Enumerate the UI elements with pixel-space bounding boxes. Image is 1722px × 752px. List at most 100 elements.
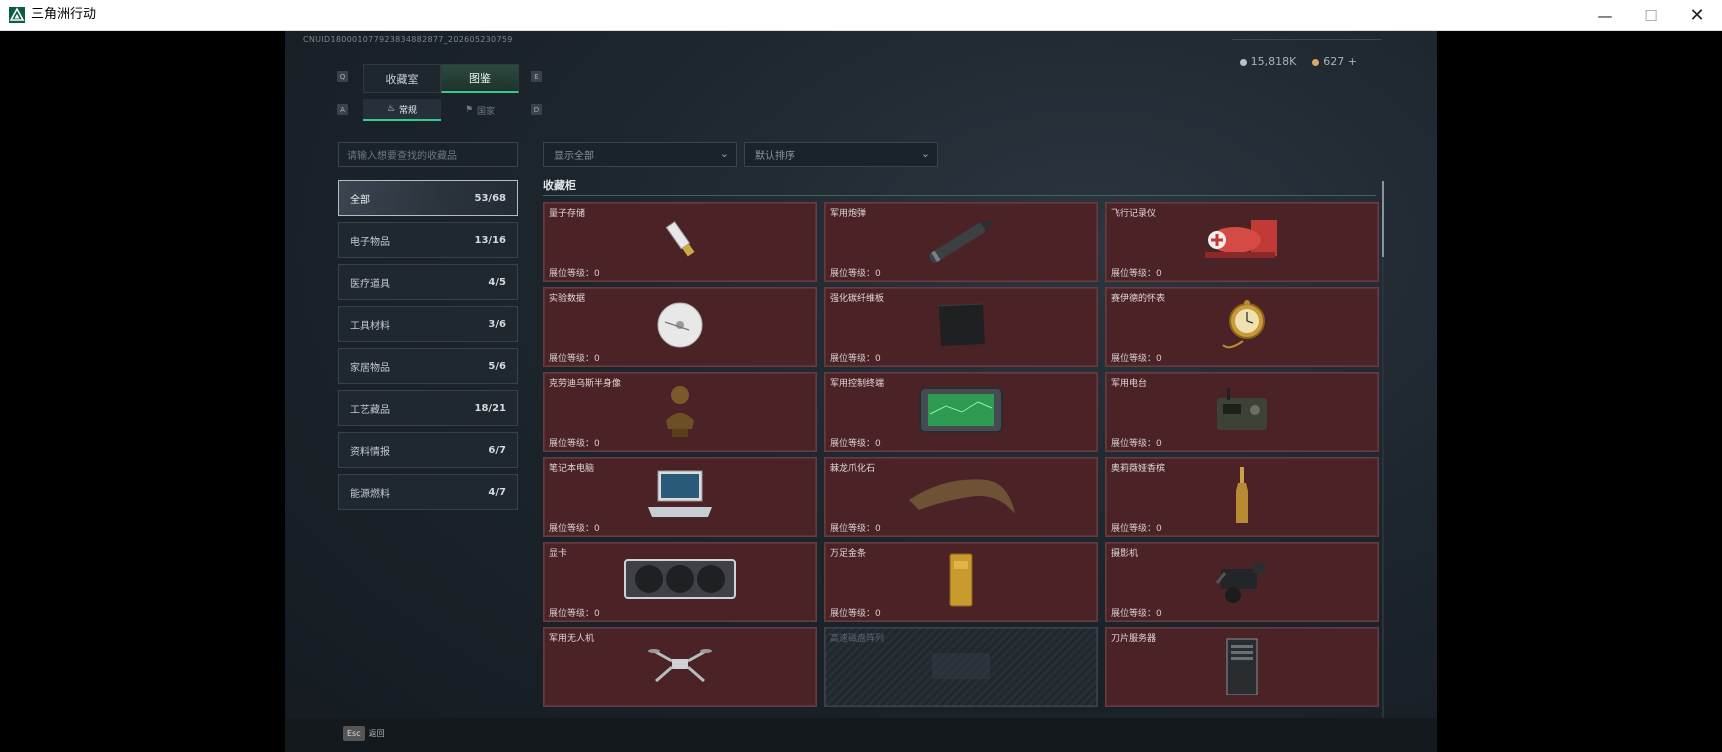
flame-icon: ♨ [386, 104, 396, 114]
laptop-icon [644, 467, 716, 527]
item-card[interactable]: 高速磁盘阵列 [824, 627, 1098, 707]
esc-key-hint: Esc [343, 726, 365, 741]
scrollbar-thumb[interactable] [1382, 181, 1384, 257]
category-electronics[interactable]: 电子物品 13/16 [338, 222, 518, 258]
key-hint-q: Q [337, 71, 348, 82]
carbon-plate-icon [933, 300, 989, 354]
category-tools[interactable]: 工具材料 3/6 [338, 306, 518, 342]
flag-icon: ⚑ [464, 105, 474, 115]
gpu-icon [621, 556, 739, 608]
item-card[interactable]: 笔记本电脑 展位等级：0 [543, 457, 817, 537]
claw-fossil-icon [905, 470, 1017, 524]
item-card[interactable]: 奥莉薇娅香槟 展位等级：0 [1105, 457, 1379, 537]
filter-dropdown[interactable]: 显示全部 ⌄ [543, 142, 737, 167]
level-prefix: 展位等级： [1111, 269, 1157, 279]
item-level: 展位等级：0 [549, 351, 600, 364]
sort-dropdown[interactable]: 默认排序 ⌄ [744, 142, 938, 167]
item-name: 实验数据 [549, 294, 586, 304]
subtab-country[interactable]: ⚑ 国家 [441, 99, 519, 121]
item-name: 军用控制终端 [830, 379, 885, 389]
item-level: 展位等级：0 [549, 606, 600, 619]
item-card[interactable]: 强化碳纤维板 展位等级：0 [824, 287, 1098, 367]
item-card[interactable]: 飞行记录仪 展位等级：0 [1105, 202, 1379, 282]
category-intel[interactable]: 资料情报 6/7 [338, 432, 518, 468]
level-prefix: 展位等级： [830, 524, 876, 534]
category-list: 全部 53/68 电子物品 13/16 医疗道具 4/5 工具材料 3/6 家居物品 5/… [338, 180, 518, 516]
back-button[interactable]: Esc 返回 [343, 726, 385, 741]
level-value: 0 [1156, 269, 1162, 279]
item-level: 展位等级：0 [1111, 606, 1162, 619]
currency-gold[interactable]: 627 + [1312, 55, 1357, 68]
game-viewport: CNUID18000107792383488​2877_202605230759… [285, 31, 1437, 752]
level-prefix: 展位等级： [549, 609, 595, 619]
item-card[interactable]: 克劳迪乌斯半身像 展位等级：0 [543, 372, 817, 452]
app-logo-icon [9, 7, 25, 23]
item-name: 高速磁盘阵列 [830, 634, 885, 644]
currency-bar: 15,818K 627 + [1239, 55, 1357, 68]
level-value: 0 [594, 609, 600, 619]
category-energy[interactable]: 能源燃料 4/7 [338, 474, 518, 510]
category-all[interactable]: 全部 53/68 [338, 180, 518, 216]
item-level: 展位等级：0 [830, 266, 881, 279]
item-name: 刀片服务器 [1111, 634, 1157, 644]
item-level: 展位等级：0 [830, 521, 881, 534]
item-card[interactable]: 实验数据展位等级：0 [543, 287, 817, 367]
currency-silver: 15,818K [1239, 55, 1296, 68]
flight-recorder-icon [1199, 216, 1285, 268]
item-name: 军用电台 [1111, 379, 1148, 389]
minimize-button[interactable]: — [1582, 0, 1628, 31]
tab-catalog[interactable]: 图鉴 [441, 64, 519, 93]
item-level: 展位等级：0 [1111, 436, 1162, 449]
level-value: 0 [875, 269, 881, 279]
maximize-button[interactable]: ☐ [1628, 0, 1674, 31]
category-household[interactable]: 家居物品 5/6 [338, 348, 518, 384]
category-crafts[interactable]: 工艺藏品 18/21 [338, 390, 518, 426]
back-label: 返回 [368, 729, 385, 738]
item-name: 棘龙爪化石 [830, 464, 876, 474]
close-button[interactable]: ✕ [1674, 0, 1720, 31]
drone-icon [648, 643, 712, 691]
window-titlebar: 三角洲行动 — ☐ ✕ [0, 0, 1722, 31]
control-terminal-icon [916, 384, 1006, 440]
item-level: 展位等级：0 [549, 436, 600, 449]
item-card[interactable]: 军用控制终端 展位等级：0 [824, 372, 1098, 452]
bust-icon [660, 381, 700, 443]
item-card[interactable]: 摄影机 展位等级：0 [1105, 542, 1379, 622]
item-card[interactable]: 棘龙爪化石展位等级：0 [824, 457, 1098, 537]
level-prefix: 展位等级： [1111, 524, 1157, 534]
level-prefix: 展位等级： [549, 439, 595, 449]
level-prefix: 展位等级： [1111, 439, 1157, 449]
item-card[interactable]: 刀片服务器 [1105, 627, 1379, 707]
camera-icon [1213, 553, 1271, 611]
level-value: 0 [1156, 354, 1162, 364]
item-card[interactable]: 量子存储 展位等级：0 [543, 202, 817, 282]
item-level: 展位等级：0 [1111, 351, 1162, 364]
items-grid-viewport: 量子存储 展位等级：0 军用炮弹 展位等级：0 飞行记录仪 展位等级：0 实验数据 展位等级：… [543, 202, 1383, 722]
level-prefix: 展位等级： [830, 439, 876, 449]
artillery-shell-icon [919, 213, 1003, 271]
level-value: 0 [594, 354, 600, 364]
level-value: 0 [594, 524, 600, 534]
item-card[interactable]: 军用炮弹 展位等级：0 [824, 202, 1098, 282]
tab-collection-room[interactable]: 收藏室 [363, 64, 441, 93]
item-card[interactable]: 万足金条 展位等级：0 [824, 542, 1098, 622]
level-value: 0 [875, 609, 881, 619]
item-name: 强化碳纤维板 [830, 294, 885, 304]
level-prefix: 展位等级： [830, 269, 876, 279]
item-card[interactable]: 军用电台展位等级：0 [1105, 372, 1379, 452]
level-prefix: 展位等级： [549, 269, 595, 279]
item-card[interactable]: 赛伊德的怀表 展位等级：0 [1105, 287, 1379, 367]
window-title: 三角洲行动 [31, 7, 97, 22]
level-prefix: 展位等级： [1111, 609, 1157, 619]
grid-scrollbar[interactable] [1382, 181, 1384, 721]
level-prefix: 展位等级： [549, 354, 595, 364]
item-name: 量子存储 [549, 209, 586, 219]
level-prefix: 展位等级： [830, 354, 876, 364]
search-input[interactable]: 请输入想要查找的收藏品 [338, 142, 518, 167]
item-level: 展位等级：0 [1111, 266, 1162, 279]
item-name: 笔记本电脑 [549, 464, 595, 474]
category-medical[interactable]: 医疗道具 4/5 [338, 264, 518, 300]
subtab-regular[interactable]: ♨ 常规 [363, 99, 441, 121]
item-card[interactable]: 军用无人机 [543, 627, 817, 707]
item-card[interactable]: 显卡 展位等级：0 [543, 542, 817, 622]
